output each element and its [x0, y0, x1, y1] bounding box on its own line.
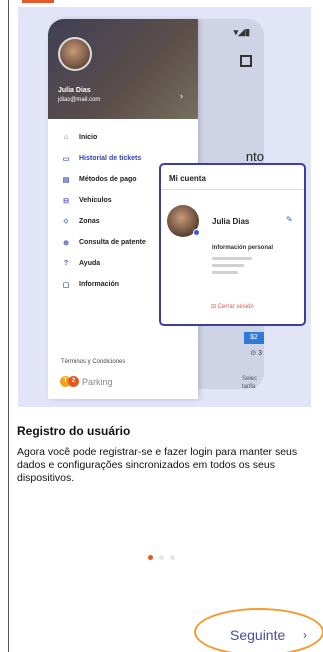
drawer-user-name: Julia Dias — [58, 87, 91, 94]
background-price-chip: $2 — [244, 332, 264, 344]
drawer-menu-label: Vehiculos — [79, 197, 112, 204]
home-icon: ⌂ — [63, 134, 69, 141]
car-icon: ⊟ — [63, 197, 69, 205]
divider — [161, 189, 304, 190]
drawer-menu-label: Ayuda — [79, 260, 101, 267]
account-card-title: Mi cuenta — [169, 174, 206, 183]
logout-text: Cerrar sesión — [217, 304, 254, 310]
logout-label: ⊟ Cerrar sesión — [211, 304, 254, 310]
account-card: Mi cuenta Julia Dias ✎ Información perso… — [159, 163, 306, 326]
drawer-menu-label: Consulta de patente — [79, 239, 146, 246]
page-dot — [170, 555, 175, 560]
onboarding-illustration: ▾◢▮ nto $2 ⊙ 3 Selec tarifa Julia Dias j… — [18, 7, 311, 407]
brand-logo: T 2 Parking — [60, 376, 113, 387]
status-bar-icons: ▾◢▮ — [233, 27, 250, 37]
chevron-right-icon[interactable]: › — [303, 628, 307, 642]
avatar — [167, 205, 200, 237]
info-icon: ▢ — [62, 281, 70, 289]
page-indicator — [148, 555, 175, 560]
chevron-right-icon: › — [180, 91, 183, 101]
brand-logo-mark-2: 2 — [68, 376, 79, 387]
drawer-menu-label: Zonas — [79, 218, 100, 225]
brand-name: Parking — [82, 376, 113, 387]
ticket-icon: ▭ — [62, 155, 70, 163]
plate-icon: ⊕ — [63, 239, 69, 247]
map-icon — [240, 55, 252, 67]
page-description: Agora você pode registrar-se e fazer log… — [17, 446, 298, 484]
payment-icon: ▤ — [62, 176, 70, 184]
drawer-menu-label: Historial de tickets — [79, 155, 142, 162]
top-accent-mark — [22, 0, 54, 3]
page-dot — [159, 555, 164, 560]
blurred-detail — [212, 257, 252, 260]
background-peek-text: nto — [245, 149, 264, 164]
terms-link: Términos y Condiciones — [61, 359, 126, 365]
avatar — [58, 37, 92, 71]
background-small-text: ⊙ 3 — [250, 350, 262, 357]
account-card-name: Julia Dias — [212, 217, 250, 226]
blurred-detail — [212, 271, 238, 274]
drawer-menu-label: Inicio — [79, 134, 98, 141]
drawer-user-email: jdias@mail.com — [58, 97, 101, 103]
drawer-menu-label: Información — [79, 281, 120, 288]
pencil-icon: ✎ — [286, 215, 293, 224]
next-button[interactable]: Seguinte — [230, 627, 285, 643]
drawer-header: Julia Dias jdias@mail.com › — [48, 19, 198, 119]
help-icon: ? — [63, 260, 69, 267]
zones-icon: ⬦ — [63, 217, 69, 225]
left-divider — [8, 0, 9, 652]
page-dot — [148, 555, 153, 560]
background-small-text-2: Selec tarifa — [242, 376, 258, 390]
page-title: Registro do usuário — [17, 424, 131, 438]
blurred-detail — [212, 264, 244, 267]
drawer-menu-item[interactable]: ⌂ Inicio — [48, 127, 198, 148]
drawer-menu-label: Métodos de pago — [79, 176, 137, 183]
personal-info-label: Información personal — [212, 245, 274, 251]
camera-icon — [193, 229, 200, 236]
